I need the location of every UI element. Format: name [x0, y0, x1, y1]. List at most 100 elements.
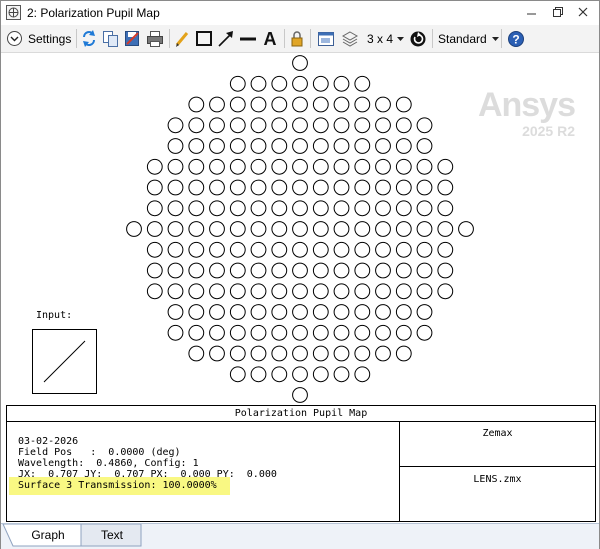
- polarization-ellipse: [229, 283, 246, 300]
- tab-bar: Graph Text: [1, 523, 599, 549]
- polarization-ellipse: [209, 200, 225, 217]
- polarization-ellipse: [188, 262, 205, 279]
- toolbar-separator: [76, 29, 77, 48]
- polarization-ellipse: [333, 241, 350, 258]
- watermark-brand: Ansys: [477, 86, 576, 124]
- polarization-ellipse: [437, 241, 454, 258]
- polarization-ellipse: [458, 221, 474, 237]
- polarization-ellipse: [395, 96, 412, 113]
- polarization-ellipse: [292, 75, 308, 92]
- polarization-ellipse: [229, 138, 246, 154]
- tab-text[interactable]: Text: [83, 525, 141, 546]
- polarization-ellipse: [271, 179, 288, 196]
- polarization-ellipse: [292, 179, 308, 196]
- polarization-ellipse: [271, 283, 288, 300]
- polarization-ellipse: [375, 117, 391, 134]
- polarization-ellipse: [312, 221, 329, 237]
- window-icon[interactable]: [317, 28, 335, 49]
- polarization-ellipse: [354, 200, 371, 217]
- polarization-ellipse: [188, 138, 205, 154]
- polarization-ellipse: [312, 324, 329, 341]
- close-icon[interactable]: [572, 4, 594, 22]
- polarization-ellipse: [395, 262, 412, 279]
- polarization-ellipse: [437, 283, 454, 300]
- copy-icon[interactable]: [102, 28, 119, 49]
- footer-field: Field Pos : 0.0000 (deg): [18, 447, 181, 458]
- window-title: 2: Polarization Pupil Map: [27, 6, 160, 20]
- polarization-ellipse: [312, 241, 329, 258]
- line-icon[interactable]: [239, 28, 257, 49]
- polarization-ellipse: [375, 241, 391, 258]
- refresh-icon[interactable]: [81, 28, 97, 49]
- style-dropdown[interactable]: Standard: [438, 28, 500, 49]
- polarization-ellipse: [354, 366, 371, 383]
- restore-icon[interactable]: [547, 4, 569, 22]
- polarization-ellipse: [271, 138, 288, 154]
- polarization-ellipse: [292, 200, 308, 217]
- polarization-ellipse: [229, 117, 246, 134]
- help-icon[interactable]: ?: [507, 28, 525, 49]
- layers-icon[interactable]: [341, 28, 359, 49]
- polarization-ellipse: [292, 241, 308, 258]
- polarization-ellipse: [416, 262, 433, 279]
- polarization-ellipse: [250, 304, 267, 320]
- pencil-icon[interactable]: [174, 28, 190, 49]
- polarization-ellipse: [416, 158, 433, 175]
- rotate-icon[interactable]: [409, 28, 427, 49]
- polarization-ellipse: [250, 366, 267, 383]
- polarization-ellipse: [229, 241, 246, 258]
- polarization-ellipse: [333, 179, 350, 196]
- input-polarization-box: [32, 329, 97, 394]
- polarization-ellipse: [146, 200, 163, 217]
- polarization-ellipse: [395, 304, 412, 320]
- polarization-ellipse: [375, 345, 391, 362]
- footer-file: LENS.zmx: [473, 474, 522, 485]
- polarization-ellipse: [209, 158, 225, 175]
- polarization-ellipse: [333, 117, 350, 134]
- polarization-ellipse: [146, 158, 163, 175]
- polarization-ellipse: [250, 138, 267, 154]
- polarization-ellipse: [312, 75, 329, 92]
- polarization-ellipse: [437, 179, 454, 196]
- polarization-ellipse: [229, 304, 246, 320]
- polarization-ellipse: [209, 179, 225, 196]
- polarization-ellipse: [333, 138, 350, 154]
- polarization-ellipse: [395, 241, 412, 258]
- arrow-icon[interactable]: [217, 28, 235, 49]
- polarization-ellipse: [209, 117, 225, 134]
- rectangle-icon[interactable]: [195, 28, 213, 49]
- polarization-ellipse: [312, 96, 329, 113]
- title-bar[interactable]: 2: Polarization Pupil Map: [1, 1, 599, 25]
- minimize-icon[interactable]: [521, 4, 543, 22]
- text-icon[interactable]: A: [261, 28, 279, 49]
- polarization-ellipse: [354, 345, 371, 362]
- polarization-ellipse: [333, 283, 350, 300]
- polarization-ellipse: [354, 262, 371, 279]
- ansys-watermark: Ansys 2025 R2: [463, 86, 576, 139]
- polarization-ellipse: [188, 158, 205, 175]
- polarization-ellipse: [354, 96, 371, 113]
- polarization-ellipse: [416, 241, 433, 258]
- polarization-ellipse: [416, 179, 433, 196]
- polarization-ellipse: [333, 200, 350, 217]
- lock-icon[interactable]: [289, 28, 305, 49]
- polarization-ellipse: [188, 283, 205, 300]
- footer-jones: JX: 0.707 JY: 0.707 PX: 0.000 PY: 0.000: [18, 469, 277, 480]
- print-icon[interactable]: [146, 28, 164, 49]
- settings-label: Settings: [28, 31, 72, 46]
- tab-graph[interactable]: Graph: [15, 525, 81, 546]
- settings-button[interactable]: Settings: [6, 28, 71, 49]
- polarization-ellipse: [333, 324, 350, 341]
- app-icon: [6, 5, 21, 20]
- svg-text:?: ?: [512, 33, 519, 47]
- polarization-ellipse: [167, 304, 184, 320]
- polarization-ellipse: [395, 345, 412, 362]
- polarization-ellipse: [271, 200, 288, 217]
- layout-dropdown[interactable]: 3 x 4: [367, 28, 405, 49]
- svg-text:A: A: [264, 29, 277, 49]
- save-icon[interactable]: [124, 28, 141, 49]
- polarization-ellipse: [437, 200, 454, 217]
- polarization-ellipse: [312, 158, 329, 175]
- polarization-ellipse: [375, 179, 391, 196]
- polarization-ellipse: [416, 304, 433, 320]
